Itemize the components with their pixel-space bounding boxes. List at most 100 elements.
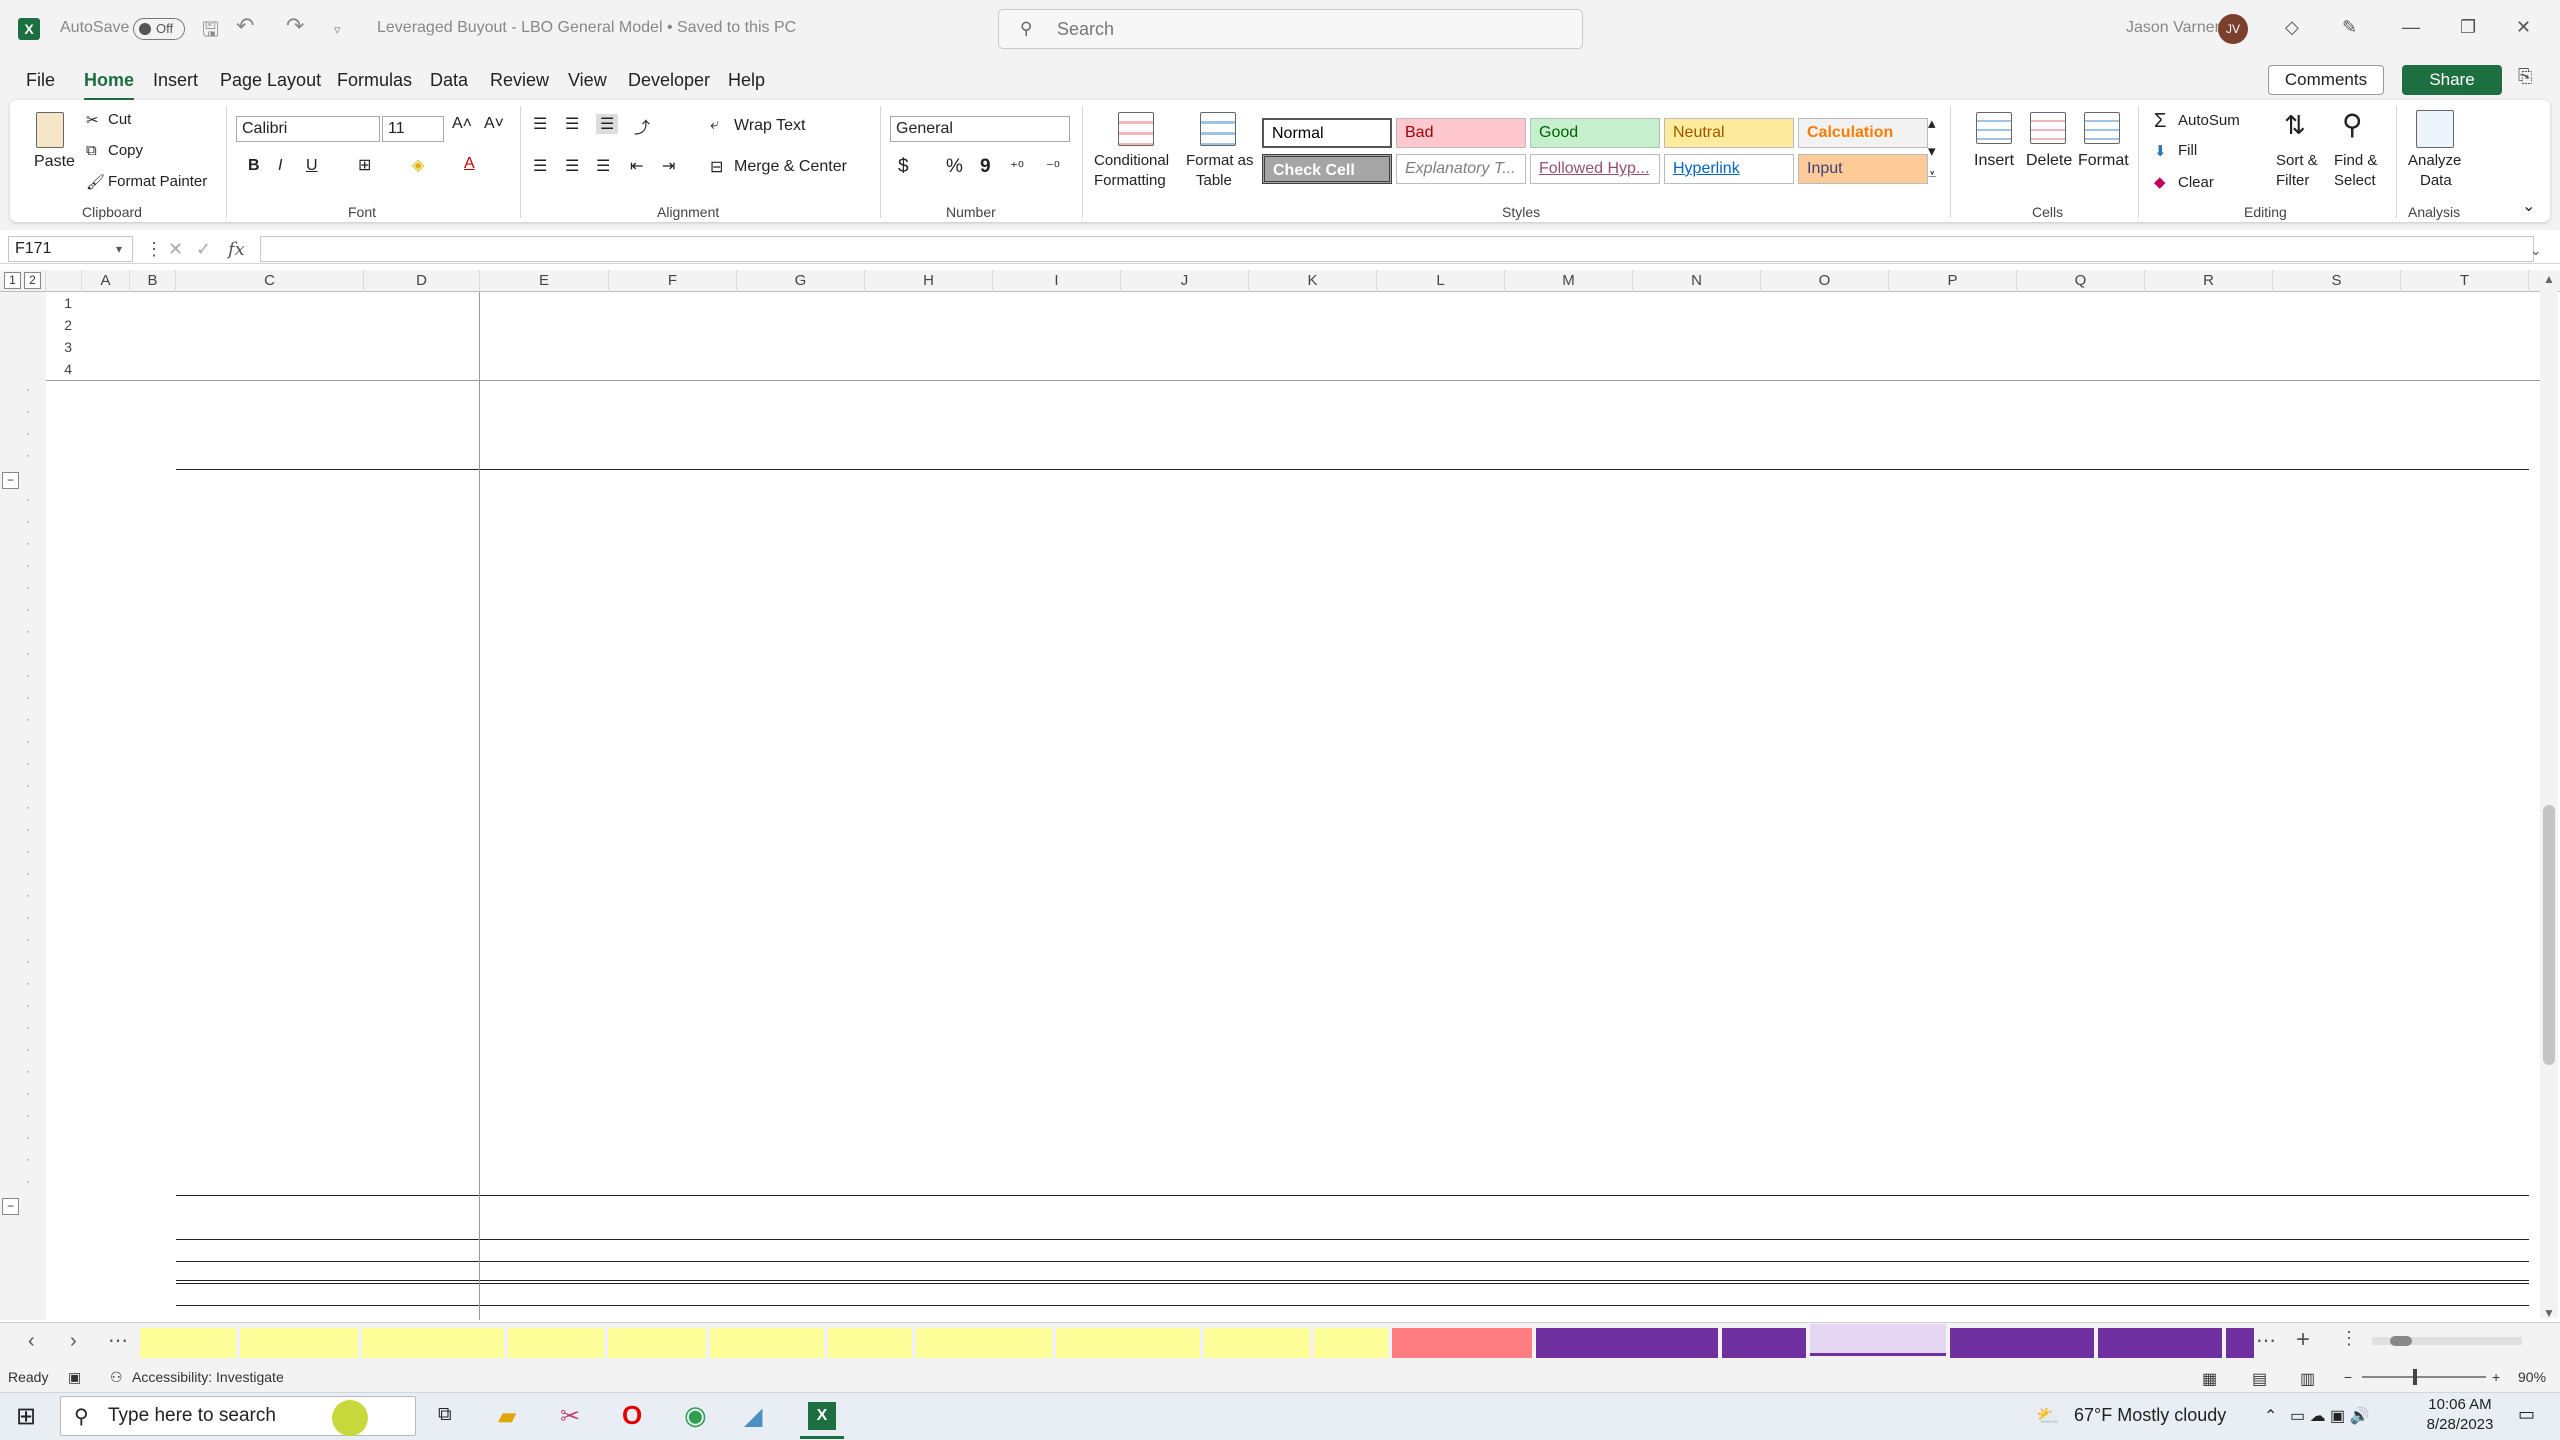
menu-page-layout[interactable]: Page Layout bbox=[220, 70, 321, 91]
redo-icon[interactable]: ↷ bbox=[286, 13, 304, 39]
column-header-I[interactable]: I bbox=[993, 270, 1121, 292]
cell-style-check-cell[interactable]: Check Cell bbox=[1262, 154, 1392, 184]
sheet-options-icon[interactable]: ⋮ bbox=[2340, 1328, 2358, 1349]
restore-icon[interactable]: ❐ bbox=[2460, 17, 2476, 38]
new-sheet-icon[interactable]: + bbox=[2296, 1326, 2310, 1354]
clear-icon[interactable]: ◆ bbox=[2154, 173, 2166, 191]
sheet-tab-variable-costs[interactable] bbox=[362, 1328, 504, 1358]
comments-button[interactable]: Comments bbox=[2268, 65, 2384, 95]
opera-icon[interactable]: O bbox=[622, 1400, 642, 1431]
chrome-icon[interactable]: ◉ bbox=[684, 1400, 707, 1431]
decrease-font-icon[interactable]: A˅ bbox=[484, 115, 504, 133]
vertical-scrollbar[interactable] bbox=[2540, 278, 2558, 1318]
analyze-data-label-2[interactable]: Data bbox=[2420, 172, 2452, 189]
pen-icon[interactable]: ✎ bbox=[2342, 17, 2357, 38]
sheet-tab-is[interactable] bbox=[2226, 1328, 2254, 1358]
column-header-J[interactable]: J bbox=[1121, 270, 1249, 292]
column-header-L[interactable]: L bbox=[1377, 270, 1505, 292]
format-as-table-label-2[interactable]: Table bbox=[1196, 172, 1232, 189]
outline-collapse-button[interactable]: − bbox=[2, 472, 19, 489]
column-header-C[interactable]: C bbox=[176, 270, 364, 292]
cell-style-calculation[interactable]: Calculation bbox=[1798, 118, 1928, 148]
sheet-tab-capex[interactable] bbox=[828, 1328, 912, 1358]
sheet-tab-monthly-detail[interactable] bbox=[1810, 1324, 1946, 1356]
sheet-tab-terminal-value[interactable] bbox=[1056, 1328, 1200, 1358]
format-painter-button[interactable]: Format Painter bbox=[108, 173, 207, 190]
cell-style-followed-hyp-[interactable]: Followed Hyp... bbox=[1530, 154, 1660, 184]
analyze-data-icon[interactable] bbox=[2416, 110, 2454, 148]
outline-level-2-button[interactable]: 2 bbox=[24, 272, 41, 289]
name-box[interactable]: F171 bbox=[8, 236, 133, 262]
decrease-indent-icon[interactable]: ⇤ bbox=[630, 156, 643, 176]
column-header-T[interactable]: T bbox=[2401, 270, 2529, 292]
tab-more-icon[interactable]: ⋯ bbox=[108, 1328, 128, 1353]
weather-icon[interactable]: ⛅ bbox=[2036, 1404, 2060, 1428]
taskbar-search-text[interactable]: Type here to search bbox=[108, 1405, 276, 1427]
cell-style-explanatory-t-[interactable]: Explanatory T... bbox=[1396, 154, 1526, 184]
increase-indent-icon[interactable]: ⇥ bbox=[662, 156, 675, 176]
cell-style-bad[interactable]: Bad bbox=[1396, 118, 1526, 148]
sheet-tab-inventory[interactable] bbox=[508, 1328, 604, 1358]
cell-style-normal[interactable]: Normal bbox=[1262, 118, 1392, 148]
row-header[interactable]: 3 bbox=[46, 339, 76, 355]
cell-style-good[interactable]: Good bbox=[1530, 118, 1660, 148]
snip-app-icon[interactable]: ✂ bbox=[560, 1402, 580, 1431]
zoom-level[interactable]: 90% bbox=[2518, 1369, 2546, 1385]
autosum-button[interactable]: AutoSum bbox=[2178, 112, 2240, 129]
decrease-decimal-icon[interactable]: ⁻⁰ bbox=[1046, 158, 1060, 176]
tray-chevron-icon[interactable]: ⌃ bbox=[2264, 1406, 2277, 1426]
column-header-E[interactable]: E bbox=[480, 270, 609, 292]
expand-formula-icon[interactable]: ⌄ bbox=[2530, 242, 2542, 259]
autosum-icon[interactable]: Σ bbox=[2154, 110, 2166, 133]
menu-review[interactable]: Review bbox=[490, 70, 549, 91]
sheet-tab-revenue[interactable] bbox=[140, 1328, 236, 1358]
column-header-A[interactable]: A bbox=[82, 270, 130, 292]
page-break-view-icon[interactable]: ▥ bbox=[2300, 1369, 2315, 1389]
styles-scroll-down-icon[interactable]: ▾ bbox=[1928, 142, 1936, 160]
find-select-label-2[interactable]: Select bbox=[2334, 172, 2376, 189]
vertical-scrollbar-thumb[interactable] bbox=[2543, 805, 2555, 1065]
app-icon[interactable]: ◢ bbox=[744, 1402, 762, 1431]
sheet-tab-receivables[interactable] bbox=[240, 1328, 358, 1358]
macro-icon[interactable]: ▣ bbox=[68, 1369, 81, 1386]
conditional-formatting-icon[interactable] bbox=[1118, 112, 1154, 146]
number-format-select[interactable]: General bbox=[890, 116, 1070, 142]
collapse-ribbon-icon[interactable]: ⌄ bbox=[2522, 196, 2535, 216]
column-header-G[interactable]: G bbox=[737, 270, 865, 292]
cell-style-neutral[interactable]: Neutral bbox=[1664, 118, 1794, 148]
row-header[interactable]: 1 bbox=[46, 295, 76, 311]
menu-home[interactable]: Home bbox=[84, 70, 135, 101]
menu-view[interactable]: View bbox=[568, 70, 607, 91]
page-layout-view-icon[interactable]: ▤ bbox=[2252, 1369, 2267, 1389]
sheet-tab-taxes[interactable] bbox=[1314, 1328, 1388, 1358]
tab-more-right-icon[interactable]: ⋯ bbox=[2256, 1328, 2276, 1353]
column-header-M[interactable]: M bbox=[1505, 270, 1633, 292]
format-as-table-icon[interactable] bbox=[1200, 112, 1236, 146]
insert-cells-icon[interactable] bbox=[1976, 112, 2012, 144]
wrap-text-icon[interactable]: ⤶ bbox=[710, 116, 719, 134]
delete-cells-icon[interactable] bbox=[2030, 112, 2066, 144]
zoom-in-icon[interactable]: + bbox=[2492, 1369, 2500, 1385]
insert-function-icon[interactable]: fx bbox=[228, 239, 245, 260]
italic-button[interactable]: I bbox=[278, 157, 282, 175]
close-icon[interactable]: ✕ bbox=[2516, 17, 2531, 38]
conditional-formatting-label[interactable]: Conditional bbox=[1094, 152, 1169, 169]
format-as-table-label[interactable]: Format as bbox=[1186, 152, 1254, 169]
align-left-icon[interactable]: ☰ bbox=[533, 156, 547, 176]
tab-next-icon[interactable]: › bbox=[70, 1330, 77, 1353]
column-header-D[interactable]: D bbox=[364, 270, 480, 292]
row-header[interactable]: 2 bbox=[46, 317, 76, 333]
clear-button[interactable]: Clear bbox=[2178, 174, 2214, 191]
column-header-N[interactable]: N bbox=[1633, 270, 1761, 292]
borders-icon[interactable]: ⊞ bbox=[358, 155, 371, 175]
wrap-text-button[interactable]: Wrap Text bbox=[734, 117, 805, 135]
font-color-icon[interactable]: A bbox=[464, 155, 475, 173]
minimize-icon[interactable]: — bbox=[2402, 17, 2420, 38]
notifications-icon[interactable]: ▭ bbox=[2518, 1404, 2535, 1425]
accessibility-icon[interactable]: ⚇ bbox=[110, 1369, 123, 1386]
autosave-toggle[interactable]: Off bbox=[133, 18, 185, 40]
menu-developer[interactable]: Developer bbox=[628, 70, 710, 91]
accessibility-status[interactable]: Accessibility: Investigate bbox=[132, 1369, 284, 1385]
copy-icon[interactable]: ⧉ bbox=[86, 142, 97, 159]
customize-qat-icon[interactable]: ▿ bbox=[334, 22, 341, 38]
